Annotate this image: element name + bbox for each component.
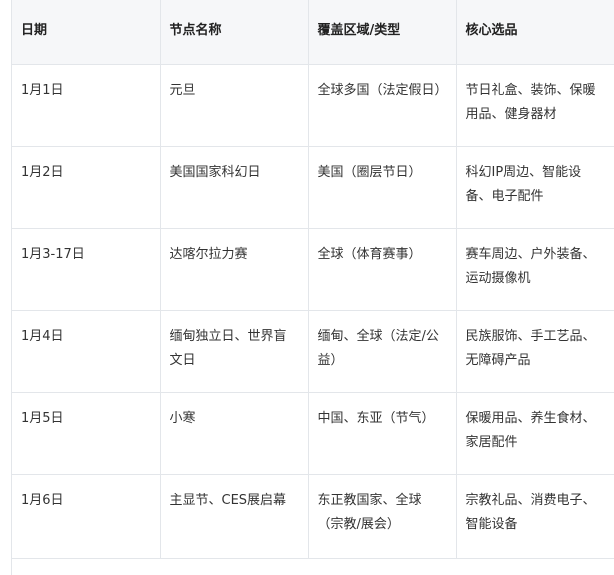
table-row: 1月6日 主显节、CES展启幕 东正教国家、全球（宗教/展会） 宗教礼品、消费电… xyxy=(12,474,614,559)
table-row: 1月5日 小寒 中国、东亚（节气） 保暖用品、养生食材、家居配件 xyxy=(12,392,614,475)
cell-date: 1月2日 xyxy=(12,146,161,229)
festival-calendar-table: 日期 节点名称 覆盖区域/类型 核心选品 1月1日 元旦 全球多国（法定假日） … xyxy=(12,0,614,559)
cell-region-type: 东正教国家、全球（宗教/展会） xyxy=(308,474,457,559)
cell-region-type: 美国（圈层节日） xyxy=(308,146,457,229)
cell-date: 1月6日 xyxy=(12,474,161,559)
table-row: 1月3-17日 达喀尔拉力赛 全球（体育赛事） 赛车周边、户外装备、运动摄像机 xyxy=(12,228,614,311)
table-row: 1月2日 美国国家科幻日 美国（圈层节日） 科幻IP周边、智能设备、电子配件 xyxy=(12,146,614,229)
cell-core-products: 节日礼盒、装饰、保暖用品、健身器材 xyxy=(456,64,614,147)
cell-event-name: 达喀尔拉力赛 xyxy=(160,228,309,311)
cell-event-name: 缅甸独立日、世界盲文日 xyxy=(160,310,309,393)
cell-region-type: 缅甸、全球（法定/公益） xyxy=(308,310,457,393)
cell-event-name: 元旦 xyxy=(160,64,309,147)
cell-core-products: 保暖用品、养生食材、家居配件 xyxy=(456,392,614,475)
cell-date: 1月3-17日 xyxy=(12,228,161,311)
cell-region-type: 全球多国（法定假日） xyxy=(308,64,457,147)
cell-core-products: 宗教礼品、消费电子、智能设备 xyxy=(456,474,614,559)
table-row: 1月4日 缅甸独立日、世界盲文日 缅甸、全球（法定/公益） 民族服饰、手工艺品、… xyxy=(12,310,614,393)
header-date: 日期 xyxy=(12,0,161,65)
cell-core-products: 科幻IP周边、智能设备、电子配件 xyxy=(456,146,614,229)
cell-core-products: 赛车周边、户外装备、运动摄像机 xyxy=(456,228,614,311)
table-row: 1月1日 元旦 全球多国（法定假日） 节日礼盒、装饰、保暖用品、健身器材 xyxy=(12,64,614,147)
cell-core-products: 民族服饰、手工艺品、无障碍产品 xyxy=(456,310,614,393)
cell-event-name: 主显节、CES展启幕 xyxy=(160,474,309,559)
header-region-type: 覆盖区域/类型 xyxy=(308,0,457,65)
header-core-products: 核心选品 xyxy=(456,0,614,65)
cell-region-type: 中国、东亚（节气） xyxy=(308,392,457,475)
cell-date: 1月5日 xyxy=(12,392,161,475)
cell-event-name: 美国国家科幻日 xyxy=(160,146,309,229)
header-event-name: 节点名称 xyxy=(160,0,309,65)
cell-date: 1月4日 xyxy=(12,310,161,393)
cell-date: 1月1日 xyxy=(12,64,161,147)
cell-region-type: 全球（体育赛事） xyxy=(308,228,457,311)
table-header-row: 日期 节点名称 覆盖区域/类型 核心选品 xyxy=(12,0,614,65)
calendar-table-container: 日期 节点名称 覆盖区域/类型 核心选品 1月1日 元旦 全球多国（法定假日） … xyxy=(11,0,614,575)
cell-event-name: 小寒 xyxy=(160,392,309,475)
